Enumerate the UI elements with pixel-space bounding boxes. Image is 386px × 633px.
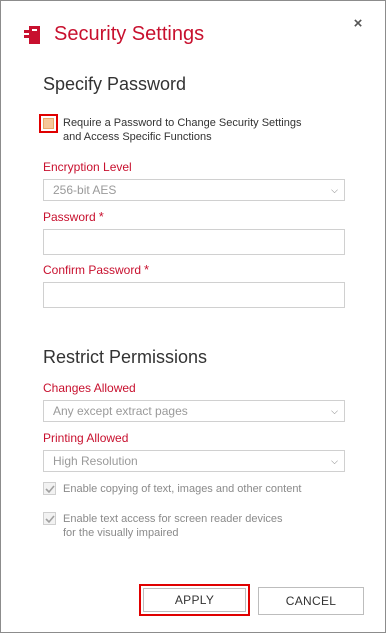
encryption-level-select[interactable]: 256-bit AES ⌵: [43, 179, 345, 201]
enable-copying-label: Enable copying of text, images and other…: [63, 483, 302, 495]
require-password-label: Require a Password to Change Security Se…: [63, 116, 301, 144]
password-label-text: Password: [43, 210, 96, 224]
confirm-password-input[interactable]: [43, 282, 345, 308]
require-password-checkbox[interactable]: [39, 114, 58, 133]
enable-text-access-checkbox[interactable]: [43, 512, 56, 525]
security-settings-dialog: Security Settings × Specify Password Req…: [0, 0, 386, 633]
changes-allowed-value: Any except extract pages: [53, 404, 188, 418]
checkmark-icon: [45, 485, 55, 494]
chevron-down-icon: ⌵: [331, 406, 338, 416]
confirm-password-label-text: Confirm Password: [43, 263, 142, 277]
dialog-header: Security Settings ×: [1, 1, 385, 61]
cancel-button[interactable]: CANCEL: [258, 587, 364, 615]
restrict-permissions-heading: Restrict Permissions: [43, 347, 208, 367]
printing-allowed-value: High Resolution: [53, 454, 138, 468]
apply-button-label: APPLY: [174, 593, 215, 607]
printing-allowed-label: Printing Allowed: [43, 431, 129, 445]
password-input[interactable]: [43, 229, 345, 255]
chevron-down-icon: ⌵: [331, 456, 338, 466]
enable-text-access-label-line1: Enable text access for screen reader dev…: [63, 513, 283, 525]
password-label: Password *: [43, 209, 104, 224]
checkmark-icon: [45, 515, 55, 524]
enable-text-access-label: Enable text access for screen reader dev…: [63, 512, 283, 540]
enable-copying-checkbox[interactable]: [43, 482, 56, 495]
required-asterisk: *: [144, 262, 150, 277]
confirm-password-label: Confirm Password *: [43, 262, 149, 277]
printing-allowed-select[interactable]: High Resolution ⌵: [43, 450, 345, 472]
chevron-down-icon: ⌵: [331, 185, 338, 195]
require-password-label-line2: and Access Specific Functions: [63, 131, 212, 143]
dialog-title: Security Settings: [54, 23, 205, 45]
security-document-icon: [24, 26, 40, 44]
encryption-level-value: 256-bit AES: [53, 183, 117, 197]
changes-allowed-label: Changes Allowed: [43, 381, 136, 395]
enable-text-access-label-line2: for the visually impaired: [63, 527, 179, 539]
specify-password-heading: Specify Password: [43, 74, 187, 94]
changes-allowed-select[interactable]: Any except extract pages ⌵: [43, 400, 345, 422]
close-icon[interactable]: ×: [350, 16, 366, 32]
checkbox-fill: [43, 118, 54, 129]
require-password-label-line1: Require a Password to Change Security Se…: [63, 117, 302, 129]
required-asterisk: *: [98, 209, 104, 224]
apply-button[interactable]: APPLY: [139, 584, 250, 616]
encryption-level-label: Encryption Level: [43, 160, 132, 174]
